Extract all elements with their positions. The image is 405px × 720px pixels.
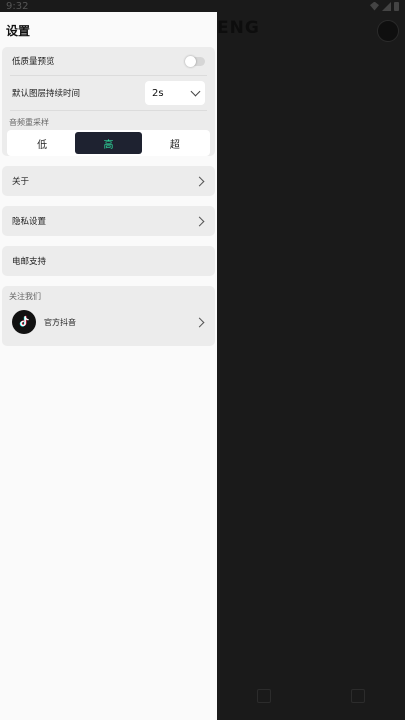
avatar[interactable] xyxy=(377,20,399,42)
tab-templates[interactable] xyxy=(351,689,365,705)
follow-us-label: 关注我们 xyxy=(9,292,41,301)
app-logo: ENG xyxy=(217,18,260,38)
preferences-card: 低质量预览 默认图层持续时间 2s 音频重采样 低 高 超 xyxy=(2,47,215,156)
chevron-down-icon xyxy=(190,86,201,96)
duration-value: 2s xyxy=(152,87,164,99)
low-quality-preview-toggle[interactable] xyxy=(185,55,205,67)
wifi-icon xyxy=(370,1,379,11)
default-layer-duration-label: 默认图层持续时间 xyxy=(12,89,81,99)
audio-resample-segmented-control: 低 高 超 xyxy=(7,130,210,156)
privacy-settings-row[interactable]: 隐私设置 xyxy=(2,206,215,236)
background-app: ENG xyxy=(217,12,405,720)
official-douyin-row[interactable]: 官方抖音 xyxy=(2,304,215,340)
battery-icon xyxy=(394,1,399,11)
chevron-right-icon xyxy=(194,216,205,226)
drawer-title: 设置 xyxy=(6,24,31,38)
tiktok-icon xyxy=(12,310,36,334)
email-support-row[interactable]: 电邮支持 xyxy=(2,246,215,276)
low-quality-preview-row: 低质量预览 xyxy=(2,47,215,75)
audio-resample-label: 音频重采样 xyxy=(9,118,49,127)
chevron-right-icon xyxy=(194,176,205,186)
default-layer-duration-row: 默认图层持续时间 2s xyxy=(2,76,215,110)
tiktok-glyph xyxy=(19,315,29,327)
resample-option-low[interactable]: 低 xyxy=(9,132,75,154)
official-douyin-label: 官方抖音 xyxy=(44,317,76,327)
tab-create[interactable] xyxy=(257,689,271,705)
about-label: 关于 xyxy=(12,177,30,187)
chevron-right-icon xyxy=(194,317,205,327)
bottom-tab-bar xyxy=(217,674,405,720)
follow-us-card: 关注我们 官方抖音 xyxy=(2,286,215,346)
settings-drawer: 设置 低质量预览 默认图层持续时间 2s 音频重采样 低 高 超 关于 隐私设置 xyxy=(0,12,217,720)
signal-icon xyxy=(382,1,391,11)
status-icons xyxy=(370,1,399,11)
email-support-label: 电邮支持 xyxy=(12,257,47,267)
about-row[interactable]: 关于 xyxy=(2,166,215,196)
status-bar: 9:32 xyxy=(0,0,405,12)
privacy-settings-label: 隐私设置 xyxy=(12,217,47,227)
resample-option-high[interactable]: 高 xyxy=(75,132,142,154)
template-icon xyxy=(351,689,365,703)
duration-select[interactable]: 2s xyxy=(145,81,205,105)
toggle-knob xyxy=(185,55,196,67)
low-quality-preview-label: 低质量预览 xyxy=(12,57,55,67)
status-time: 9:32 xyxy=(6,0,29,12)
resample-option-ultra[interactable]: 超 xyxy=(142,132,208,154)
add-icon xyxy=(257,689,271,703)
